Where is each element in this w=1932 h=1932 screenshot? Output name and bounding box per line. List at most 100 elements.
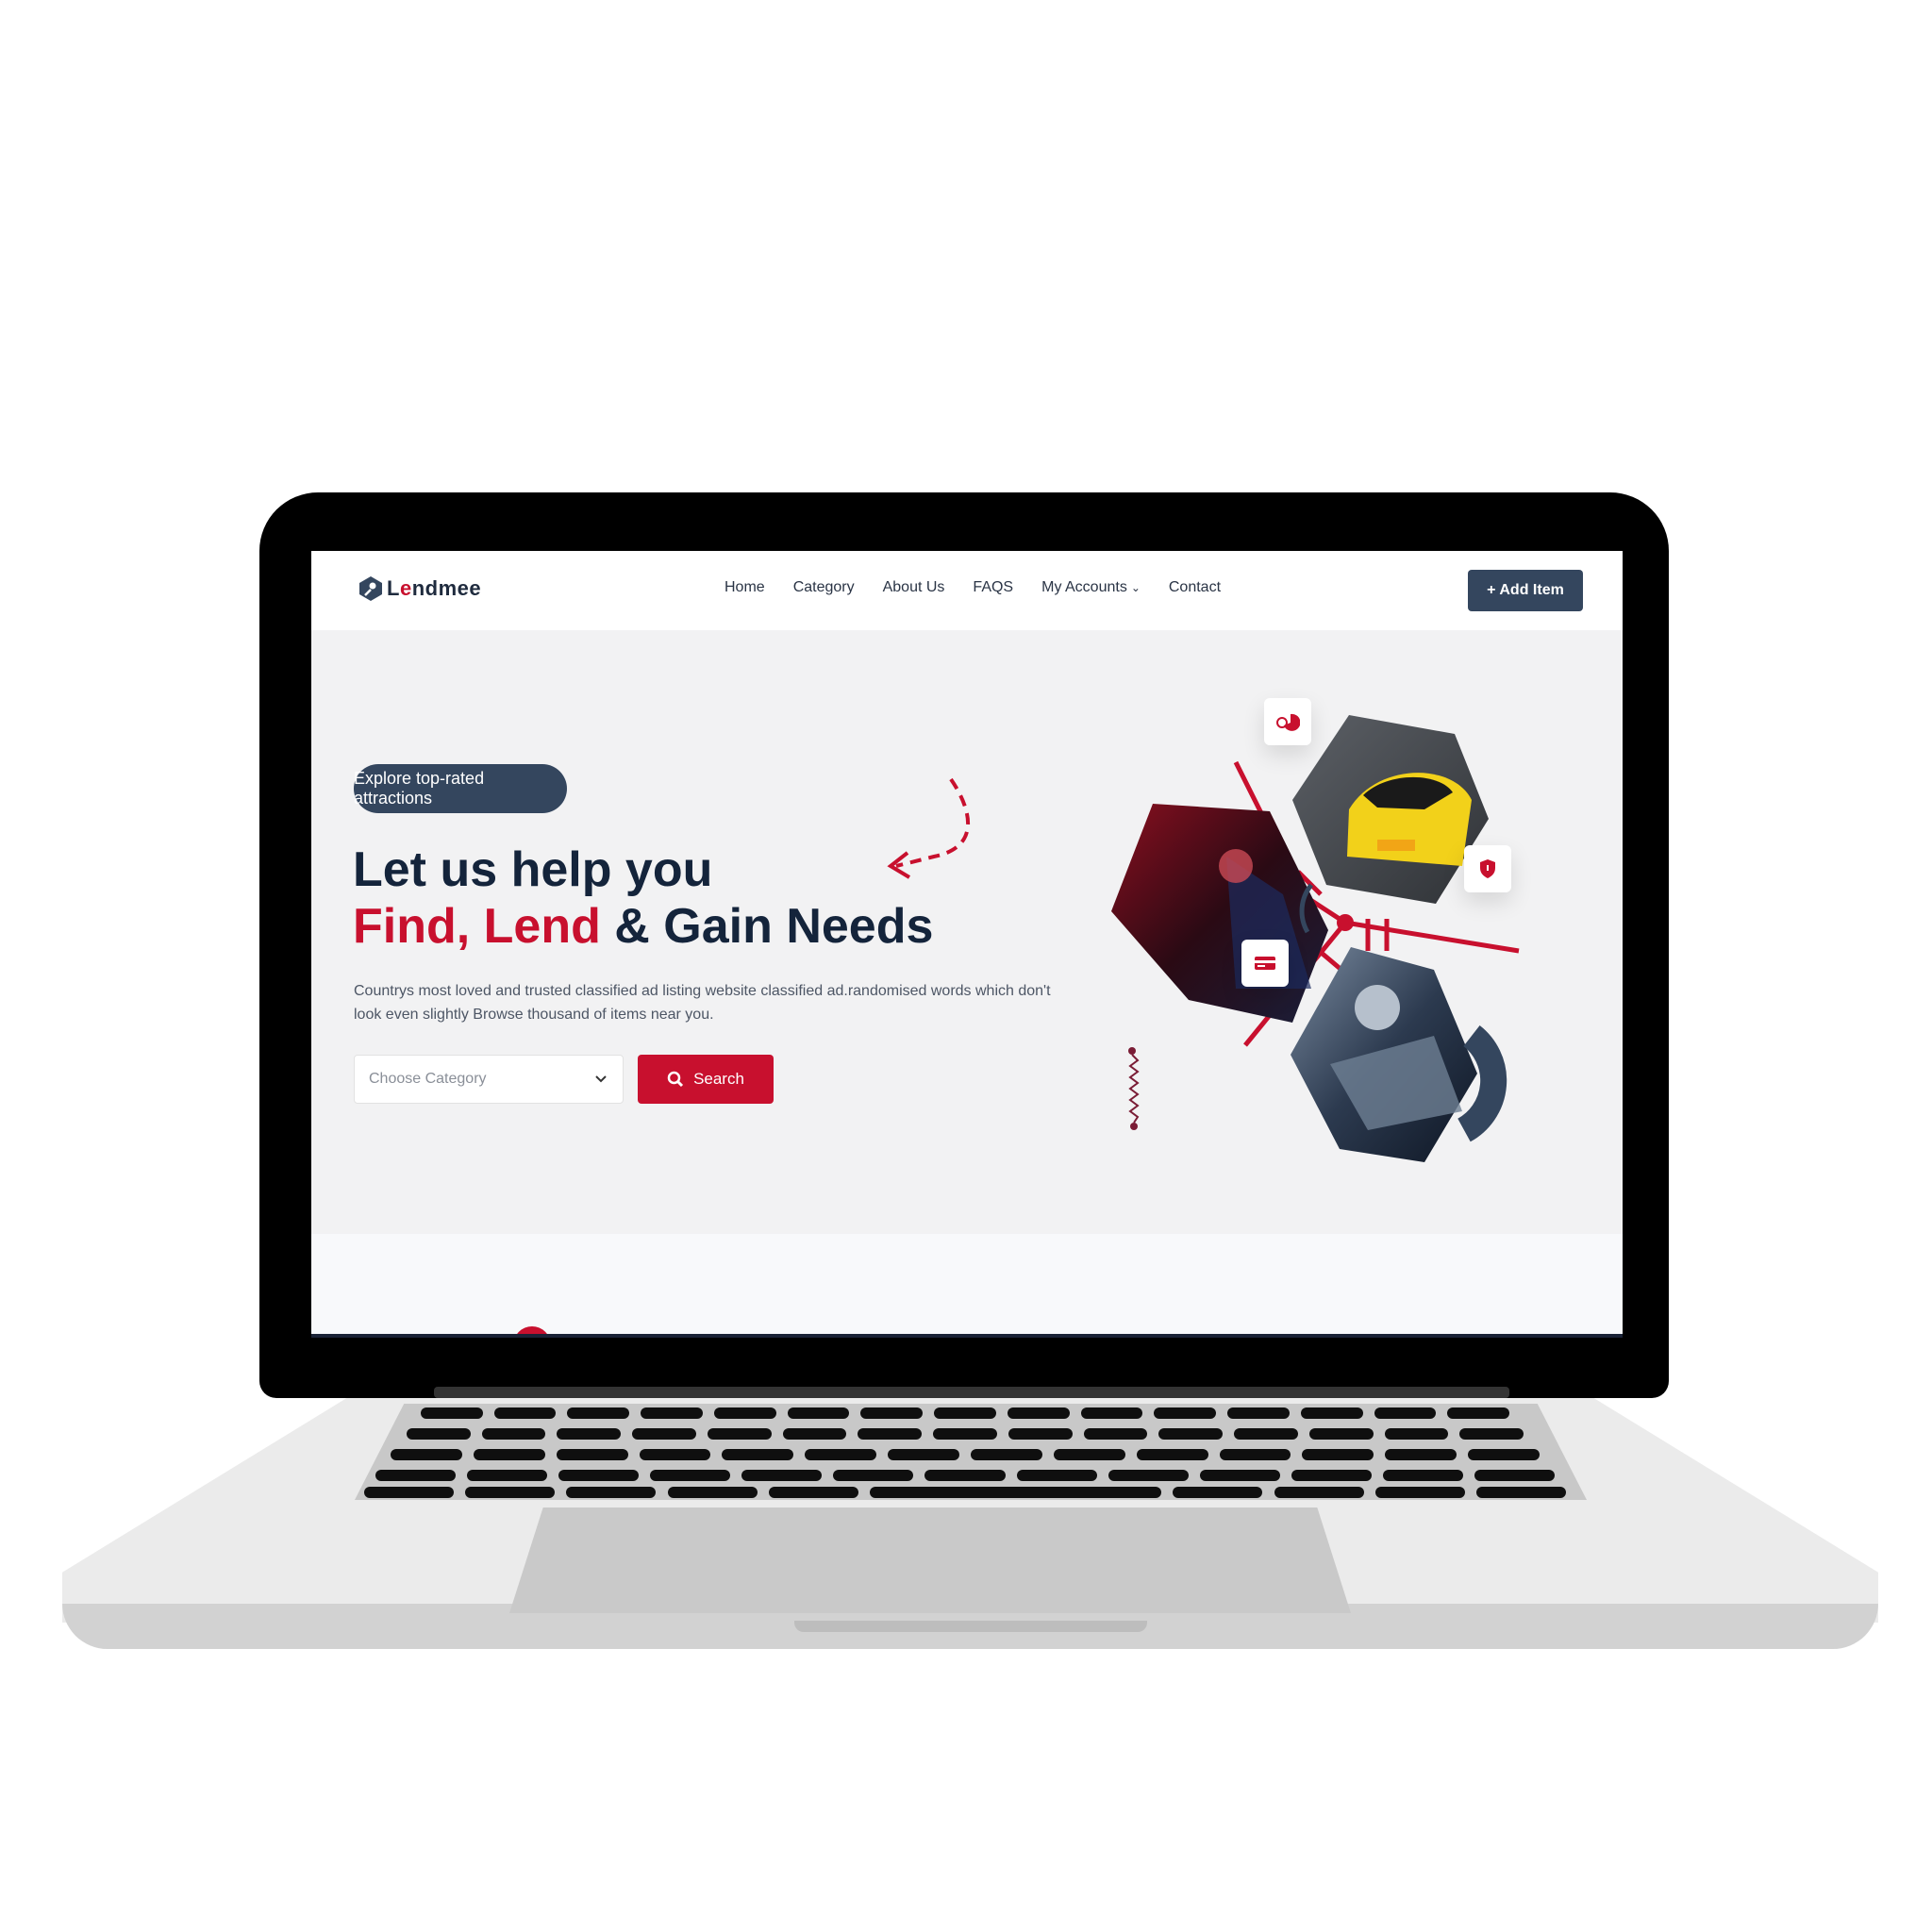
keyboard-key — [650, 1470, 731, 1481]
category-select-placeholder: Choose Category — [369, 1071, 487, 1087]
credit-card-card[interactable] — [1241, 940, 1289, 987]
keyboard-key — [768, 1487, 858, 1498]
keyboard-key — [1199, 1470, 1280, 1481]
chevron-down-icon — [595, 1075, 607, 1083]
hero-title-dark: & Gain Needs — [600, 899, 934, 954]
laptop-hinge — [434, 1387, 1509, 1398]
hexagon-logo-icon — [359, 576, 382, 601]
keyboard-key — [741, 1470, 823, 1481]
logo-text: Lendmee — [387, 576, 482, 600]
keyboard-key — [869, 1487, 1162, 1498]
pie-chart-card[interactable] — [1264, 698, 1311, 745]
keyboard-key — [1080, 1407, 1143, 1419]
keyboard-key — [558, 1470, 640, 1481]
hero-title-red: Find, Lend — [353, 899, 601, 954]
keyboard-key — [1016, 1470, 1097, 1481]
keyboard-key — [1108, 1470, 1189, 1481]
keyboard-key — [467, 1470, 548, 1481]
keyboard-key — [473, 1449, 545, 1460]
laptop-keyboard — [355, 1404, 1587, 1500]
add-item-button[interactable]: + Add Item — [1468, 570, 1583, 611]
shield-card[interactable] — [1464, 845, 1511, 892]
keyboard-key — [1302, 1449, 1374, 1460]
hero-section: Explore top-rated attractions Let us hel… — [311, 630, 1623, 1234]
keyboard-key — [722, 1449, 794, 1460]
keyboard-key — [707, 1428, 772, 1440]
keyboard-key — [1474, 1470, 1555, 1481]
nav-contact[interactable]: Contact — [1169, 579, 1221, 596]
keyboard-key — [632, 1428, 696, 1440]
hero-description: Countrys most loved and trusted classifi… — [354, 983, 1051, 1023]
keyboard-key — [1158, 1428, 1224, 1440]
navbar: Lendmee Home Category About Us FAQS My A… — [311, 551, 1623, 630]
keyboard-key — [888, 1449, 959, 1460]
keyboard-key — [1374, 1487, 1465, 1498]
search-button-label: Search — [693, 1070, 744, 1088]
keyboard-key — [1384, 1428, 1449, 1440]
keyboard-key — [1274, 1487, 1364, 1498]
keyboard-key — [782, 1428, 847, 1440]
hero-collage — [1111, 715, 1520, 1162]
chevron-down-icon: ⌄ — [1130, 581, 1141, 594]
keyboard-key — [421, 1407, 483, 1419]
keyboard-key — [566, 1487, 657, 1498]
keyboard-key — [641, 1407, 703, 1419]
nav-about-us[interactable]: About Us — [883, 579, 945, 596]
keyboard-key — [1136, 1449, 1208, 1460]
keyboard-key — [1154, 1407, 1217, 1419]
nav-home[interactable]: Home — [724, 579, 765, 596]
keyboard-key — [1468, 1449, 1540, 1460]
logo[interactable]: Lendmee — [358, 575, 481, 602]
keyboard-key — [1291, 1470, 1372, 1481]
keyboard-key — [1385, 1449, 1457, 1460]
keyboard-key — [375, 1470, 457, 1481]
keyboard-key — [667, 1487, 758, 1498]
keyboard-key — [481, 1428, 546, 1440]
nav-my-accounts[interactable]: My Accounts ⌄ — [1041, 579, 1141, 596]
keyboard-key — [805, 1449, 877, 1460]
keyboard-key — [1083, 1428, 1148, 1440]
keyboard-key — [1308, 1428, 1374, 1440]
keyboard-key — [971, 1449, 1042, 1460]
search-button[interactable]: Search — [638, 1055, 774, 1104]
lower-section — [311, 1234, 1623, 1338]
category-select[interactable]: Choose Category — [354, 1055, 624, 1104]
keyboard-key — [934, 1407, 996, 1419]
keyboard-key — [1007, 1407, 1070, 1419]
keyboard-key — [556, 1449, 628, 1460]
laptop-trackpad — [509, 1507, 1351, 1613]
nav-faqs[interactable]: FAQS — [973, 579, 1013, 596]
keyboard-key — [493, 1407, 557, 1419]
bottom-dark-strip — [311, 1334, 1623, 1338]
keyboard-key — [465, 1487, 556, 1498]
keyboard-key — [1300, 1407, 1363, 1419]
keyboard-key — [567, 1407, 630, 1419]
nav-my-accounts-label: My Accounts — [1041, 579, 1127, 595]
keyboard-key — [858, 1428, 923, 1440]
hero-title: Let us help you Find, Lend & Gain Needs — [353, 841, 933, 955]
keyboard-key — [1173, 1487, 1263, 1498]
explore-badge[interactable]: Explore top-rated attractions — [354, 764, 567, 813]
keyboard-key — [407, 1428, 471, 1440]
keyboard-key — [1382, 1470, 1463, 1481]
keyboard-key — [1053, 1449, 1125, 1460]
main-menu: Home Category About Us FAQS My Accounts ⌄… — [724, 579, 1221, 596]
pie-chart-icon — [1276, 713, 1300, 731]
keyboard-key — [924, 1470, 1006, 1481]
nav-category[interactable]: Category — [793, 579, 855, 596]
keyboard-key — [1459, 1428, 1524, 1440]
keyboard-key — [833, 1470, 914, 1481]
card-icon — [1255, 957, 1275, 970]
keyboard-key — [1374, 1407, 1437, 1419]
keyboard-key — [1475, 1487, 1566, 1498]
hex-image-worker — [1111, 804, 1328, 1023]
hero-title-line1: Let us help you — [353, 842, 713, 897]
keyboard-key — [933, 1428, 997, 1440]
keyboard-key — [557, 1428, 622, 1440]
keyboard-key — [713, 1407, 776, 1419]
keyboard-key — [1447, 1407, 1509, 1419]
keyboard-key — [391, 1449, 462, 1460]
keyboard-key — [860, 1407, 924, 1419]
keyboard-key — [1234, 1428, 1298, 1440]
keyboard-key — [1008, 1428, 1073, 1440]
